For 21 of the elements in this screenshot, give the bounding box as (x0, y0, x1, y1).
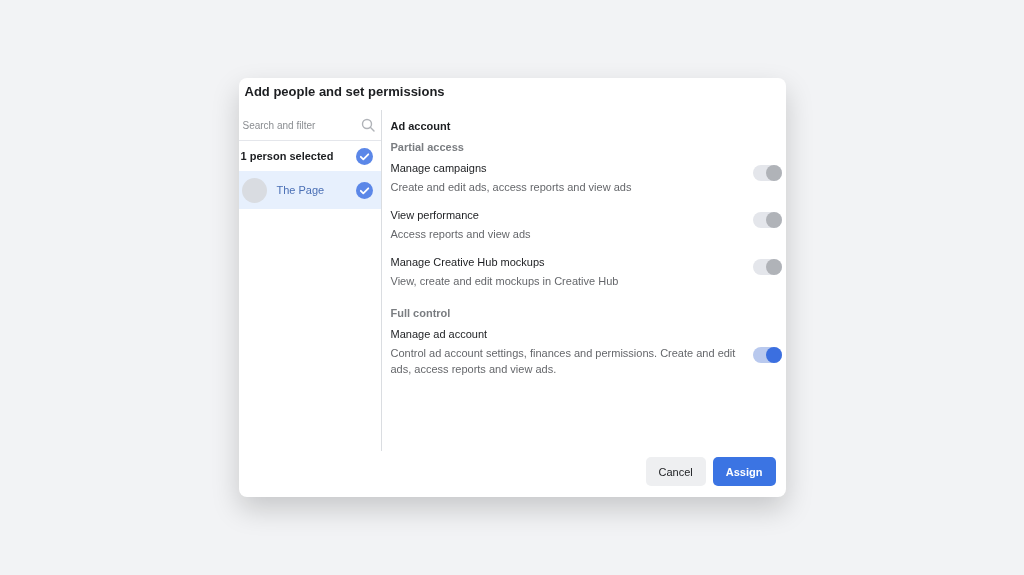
person-name: The Page (276, 184, 326, 196)
avatar (241, 177, 267, 203)
permission-description: Access reports and view ads (390, 227, 532, 242)
toggle-switch[interactable] (752, 347, 782, 363)
primary-button[interactable]: Assign (712, 457, 776, 486)
permission-name: Manage campaigns (390, 162, 488, 174)
permission-name: Manage Creative Hub mockups (390, 256, 546, 268)
permission-description: Control ad account settings, finances and permissions. Create and edit ads, access reports and view ads. (390, 346, 737, 377)
group-title: Partial access (390, 141, 465, 153)
section-title: Ad account (390, 120, 452, 132)
person-item[interactable]: The Page (238, 171, 381, 209)
group-title: Full control (390, 307, 452, 319)
permission-description: View, create and edit mockups in Creative Hub (390, 274, 620, 289)
selection-count: 1 person selected (240, 150, 334, 162)
dialog-title: Add people and set permissions (243, 83, 446, 101)
permission-name: View performance (390, 209, 480, 221)
permission-name: Manage ad account (390, 328, 489, 340)
secondary-button[interactable]: Cancel (645, 457, 706, 486)
permission-description: Create and edit ads, access reports and view ads (390, 180, 633, 195)
search-field[interactable]: Search and filter (240, 118, 361, 132)
search-icon (360, 118, 375, 132)
